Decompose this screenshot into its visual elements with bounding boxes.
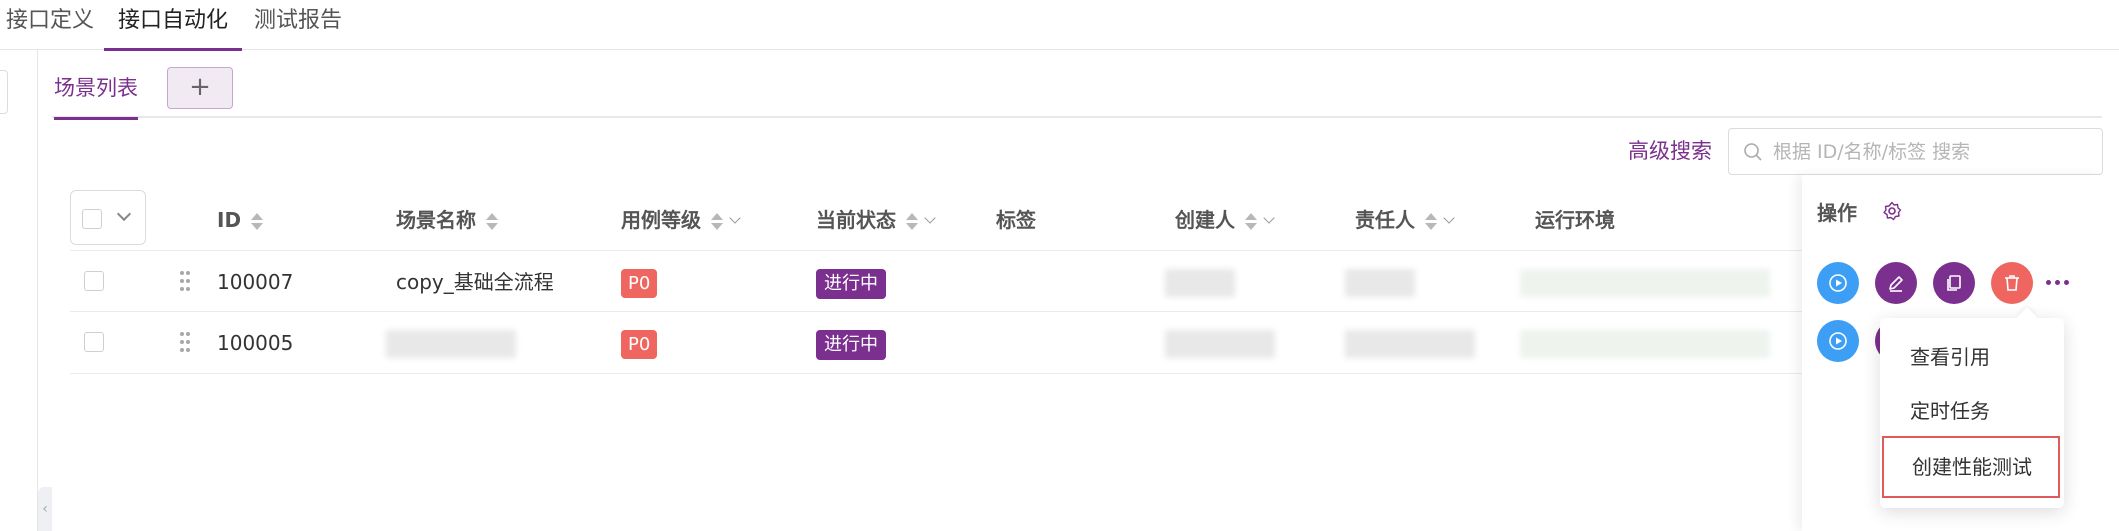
col-environment: 运行环境 xyxy=(1535,208,1615,232)
filter-chevron-icon[interactable] xyxy=(924,211,936,224)
edit-button[interactable] xyxy=(1875,262,1917,304)
select-all-checkbox[interactable] xyxy=(82,209,102,229)
col-owner[interactable]: 责任人 xyxy=(1355,190,1455,250)
copy-icon xyxy=(1947,275,1961,291)
col-status[interactable]: 当前状态 xyxy=(816,190,936,250)
sort-icon[interactable] xyxy=(1245,212,1257,231)
cell-scene-name[interactable]: copy_基础全流程 xyxy=(396,251,554,313)
redacted-owner xyxy=(1345,330,1475,358)
play-icon xyxy=(1829,332,1847,350)
top-tab-bar: 接口定义 接口自动化 测试报告 xyxy=(0,0,2119,51)
redacted-environment xyxy=(1520,330,1770,358)
status-badge: 进行中 xyxy=(816,268,886,299)
left-sidebar-collapsed xyxy=(0,50,38,531)
col-operations: 操作 xyxy=(1817,201,1857,225)
row-checkbox[interactable] xyxy=(84,332,104,352)
sort-icon[interactable] xyxy=(486,212,498,231)
select-all-dropdown[interactable] xyxy=(70,190,146,245)
search-icon xyxy=(1744,143,1762,161)
menu-item-scheduled-task[interactable]: 定时任务 xyxy=(1880,388,2064,434)
drag-handle-icon[interactable] xyxy=(180,271,190,291)
row-checkbox[interactable] xyxy=(84,271,104,291)
edit-icon xyxy=(1889,276,1903,292)
col-case-level[interactable]: 用例等级 xyxy=(621,190,741,250)
sidebar-handle[interactable] xyxy=(0,70,8,114)
advanced-search-link[interactable]: 高级搜索 xyxy=(1628,135,1712,165)
sort-icon[interactable] xyxy=(251,212,264,231)
table-header: ID 场景名称 用例等级 当前状态 标签 创建人 责任人 运行环境 xyxy=(70,190,2103,250)
redacted-environment xyxy=(1520,269,1770,297)
redacted-creator xyxy=(1165,269,1235,297)
filter-chevron-icon[interactable] xyxy=(1263,211,1275,224)
cell-id: 100007 xyxy=(217,270,294,294)
col-id[interactable]: ID xyxy=(217,190,264,250)
table-row[interactable]: 100007 copy_基础全流程 P0 进行中 xyxy=(70,250,2103,312)
cell-id: 100005 xyxy=(217,331,294,355)
add-tab-button[interactable]: + xyxy=(167,67,233,109)
tab-interface-definition[interactable]: 接口定义 xyxy=(6,0,94,50)
sort-icon[interactable] xyxy=(711,212,723,231)
tab-scene-list[interactable]: 场景列表 xyxy=(54,72,138,120)
redacted-scene-name xyxy=(386,330,516,358)
scene-tab-bar: 场景列表 + xyxy=(52,62,2102,120)
redacted-owner xyxy=(1345,269,1415,297)
search-input[interactable] xyxy=(1773,129,2093,174)
play-icon xyxy=(1829,274,1847,292)
cell-status: 进行中 xyxy=(816,251,886,313)
cell-status: 进行中 xyxy=(816,312,886,374)
collapse-sidebar-button[interactable]: ‹ xyxy=(38,487,52,531)
col-tags: 标签 xyxy=(996,208,1036,232)
run-button[interactable] xyxy=(1817,320,1859,362)
status-badge: 进行中 xyxy=(816,329,886,360)
filter-chevron-icon[interactable] xyxy=(729,211,741,224)
run-button[interactable] xyxy=(1817,262,1859,304)
menu-item-create-performance-test[interactable]: 创建性能测试 xyxy=(1882,436,2060,498)
tab-interface-automation[interactable]: 接口自动化 xyxy=(103,0,243,51)
gear-icon[interactable] xyxy=(1882,201,1902,221)
cell-level: P0 xyxy=(621,251,658,313)
cell-level: P0 xyxy=(621,312,658,374)
menu-item-view-references[interactable]: 查看引用 xyxy=(1880,334,2064,380)
sort-icon[interactable] xyxy=(1425,212,1437,231)
redacted-creator xyxy=(1165,330,1275,358)
search-box xyxy=(1728,128,2103,175)
col-creator[interactable]: 创建人 xyxy=(1175,190,1275,250)
filter-chevron-icon[interactable] xyxy=(1443,211,1455,224)
level-badge: P0 xyxy=(621,330,658,359)
table-row[interactable]: 100005 P0 进行中 xyxy=(70,312,2103,374)
more-icon[interactable] xyxy=(2046,279,2070,287)
tab-test-report[interactable]: 测试报告 xyxy=(254,0,342,50)
trash-icon xyxy=(2005,275,2019,291)
more-actions-menu: 查看引用 定时任务 创建性能测试 xyxy=(1880,318,2064,508)
chevron-down-icon xyxy=(116,206,132,222)
copy-button[interactable] xyxy=(1933,262,1975,304)
drag-handle-icon[interactable] xyxy=(180,332,190,352)
delete-button[interactable] xyxy=(1991,262,2033,304)
col-scene-name[interactable]: 场景名称 xyxy=(396,190,498,250)
sort-icon[interactable] xyxy=(906,212,918,231)
level-badge: P0 xyxy=(621,269,658,298)
